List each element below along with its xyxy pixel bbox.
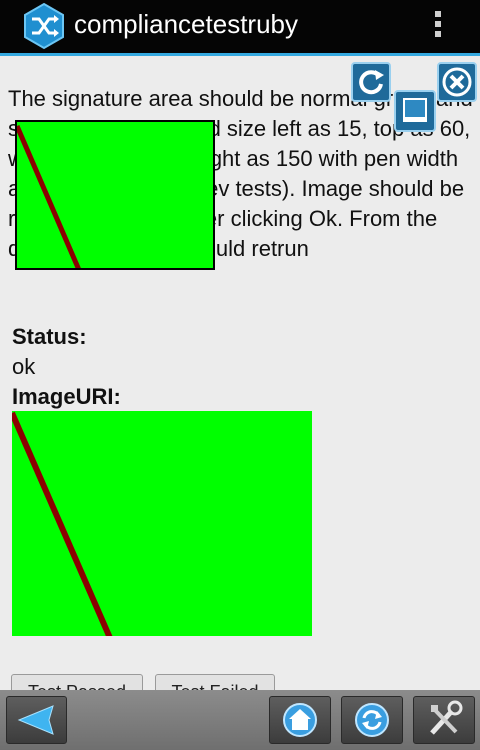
close-icon[interactable] xyxy=(437,62,477,102)
signature-image-stroke xyxy=(12,411,113,636)
status-label: Status: xyxy=(12,324,87,349)
signature-capture-area[interactable] xyxy=(15,120,215,270)
imageuri-label: ImageURI: xyxy=(12,384,121,409)
bottom-toolbar xyxy=(0,690,480,750)
refresh-icon[interactable] xyxy=(351,62,391,102)
sync-button[interactable] xyxy=(341,696,403,744)
minimize-icon[interactable] xyxy=(394,90,436,132)
settings-button[interactable] xyxy=(413,696,475,744)
sync-icon xyxy=(355,703,389,737)
app-title: compliancetestruby xyxy=(74,9,298,39)
home-button[interactable] xyxy=(269,696,331,744)
settings-icon xyxy=(430,700,463,735)
home-icon xyxy=(283,703,317,737)
title-bar: compliancetestruby xyxy=(0,0,480,56)
shuffle-icon xyxy=(22,2,66,50)
overflow-menu-icon[interactable] xyxy=(428,8,448,44)
back-button[interactable] xyxy=(6,696,67,744)
status-value: ok xyxy=(12,354,36,379)
signature-image xyxy=(12,411,312,636)
signature-stroke xyxy=(17,125,81,268)
back-icon xyxy=(17,705,54,735)
